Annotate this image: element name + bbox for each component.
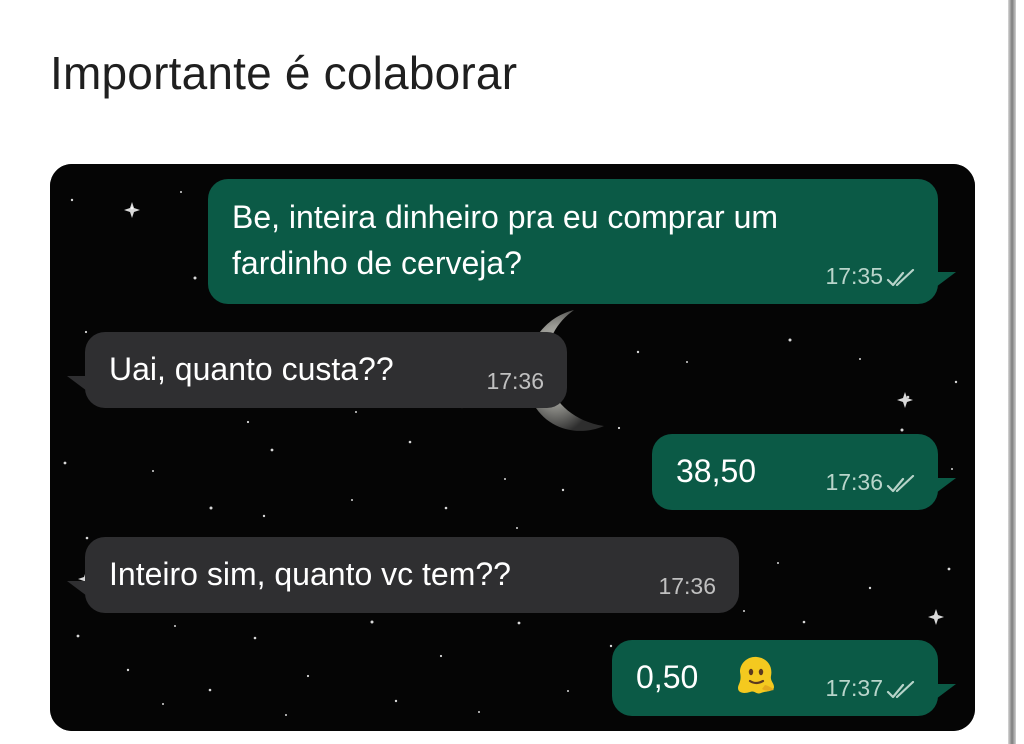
message-bubble-outgoing[interactable]: 38,50 17:36	[652, 434, 956, 510]
melting-face-emoji	[738, 656, 774, 694]
message-bubble-incoming[interactable]: Uai, quanto custa?? 17:36	[67, 332, 567, 408]
bubble-tail	[932, 478, 956, 496]
message-text-line-2: fardinho de cerveja?	[232, 245, 522, 281]
bubble-tail	[932, 272, 956, 290]
message-bubble-outgoing[interactable]: Be, inteira dinheiro pra eu comprar um f…	[208, 179, 956, 304]
bubble-tail	[67, 581, 91, 599]
double-check-icon	[886, 681, 915, 699]
scrollbar[interactable]	[1008, 0, 1016, 744]
post-title: Importante é colaborar	[50, 47, 518, 99]
bubble-tail	[67, 376, 91, 394]
message-time: 17:36	[658, 573, 716, 599]
bubble-tail	[932, 684, 956, 702]
message-time: 17:36	[486, 368, 544, 394]
chat-screenshot: Be, inteira dinheiro pra eu comprar um f…	[50, 164, 975, 731]
message-time: 17:37	[825, 675, 883, 701]
message-text: 38,50	[676, 453, 757, 489]
message-time: 17:35	[825, 263, 883, 289]
message-text: Inteiro sim, quanto vc tem??	[109, 556, 511, 592]
double-check-icon	[886, 269, 915, 287]
message-text: Uai, quanto custa??	[109, 351, 394, 387]
message-time: 17:36	[825, 469, 883, 495]
message-text-line-1: Be, inteira dinheiro pra eu comprar um	[232, 199, 779, 235]
message-bubble-incoming[interactable]: Inteiro sim, quanto vc tem?? 17:36	[67, 537, 739, 613]
post-page: Importante é colaborar Be, inteira dinhe…	[0, 0, 1024, 744]
message-text: 0,50	[636, 659, 699, 695]
double-check-icon	[886, 475, 915, 493]
message-bubble-outgoing[interactable]: 0,50 17:37	[612, 640, 956, 716]
